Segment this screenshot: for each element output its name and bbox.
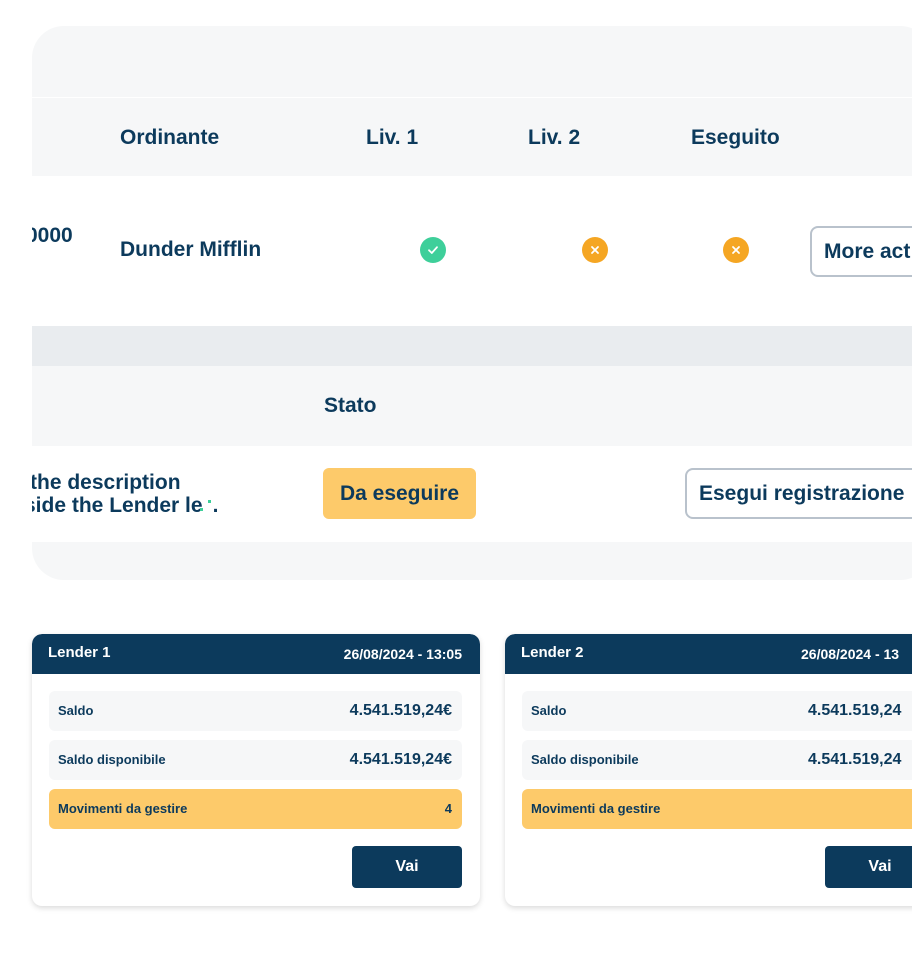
status-badge: Da eseguire: [323, 468, 476, 519]
saldo-value: 4.541.519,24: [808, 702, 902, 719]
table-row: the description side the Lender le. Da e…: [32, 446, 912, 542]
saldo-disponibile-row: Saldo disponibile 4.541.519,24€: [49, 740, 462, 780]
description-line-1: the description: [32, 471, 181, 494]
card-header: Lender 1 26/08/2024 - 13:05: [32, 634, 480, 674]
description-line-2-text: side the Lender le: [32, 494, 203, 517]
table-row: 0000 Dunder Mifflin More act: [32, 176, 912, 326]
header-eseguito: Eseguito: [691, 126, 780, 149]
table2-header: Stato: [32, 366, 912, 446]
saldo-disponibile-value: 4.541.519,24: [808, 751, 902, 768]
x-icon: [723, 237, 749, 263]
divider: [32, 326, 912, 366]
esegui-registrazione-button[interactable]: Esegui registrazione: [685, 468, 912, 519]
header-stato: Stato: [324, 394, 377, 417]
card-title: Lender 2: [521, 644, 584, 661]
header-liv2: Liv. 2: [528, 126, 581, 149]
saldo-label: Saldo: [58, 703, 94, 718]
link-icon: [199, 500, 211, 511]
card-title: Lender 1: [48, 644, 111, 661]
x-icon: [582, 237, 608, 263]
card-header: Lender 2 26/08/2024 - 13: [505, 634, 912, 674]
tables-panel: Ordinante Liv. 1 Liv. 2 Eseguito 0000 Du…: [32, 26, 912, 580]
lender-card-2: Lender 2 26/08/2024 - 13 Saldo 4.541.519…: [505, 634, 912, 906]
more-actions-button[interactable]: More act: [810, 226, 912, 277]
header-ordinante: Ordinante: [120, 126, 220, 149]
movimenti-label: Movimenti da gestire: [58, 801, 188, 816]
vai-button[interactable]: Vai: [825, 846, 912, 888]
vai-button[interactable]: Vai: [352, 846, 462, 888]
saldo-disponibile-value: 4.541.519,24€: [349, 751, 452, 768]
check-icon: [420, 237, 446, 263]
table1-header: Ordinante Liv. 1 Liv. 2 Eseguito: [32, 97, 912, 176]
saldo-row: Saldo 4.541.519,24: [522, 691, 912, 731]
saldo-disponibile-row: Saldo disponibile 4.541.519,24: [522, 740, 912, 780]
row-ordinante: Dunder Mifflin: [120, 238, 262, 261]
saldo-disponibile-label: Saldo disponibile: [531, 752, 639, 767]
saldo-label: Saldo: [531, 703, 567, 718]
lender-card-1: Lender 1 26/08/2024 - 13:05 Saldo 4.541.…: [32, 634, 480, 906]
card-datetime: 26/08/2024 - 13:05: [343, 646, 462, 662]
movimenti-label: Movimenti da gestire: [531, 801, 661, 816]
movimenti-row: Movimenti da gestire: [522, 789, 912, 829]
row-id: 0000: [32, 224, 73, 247]
saldo-value: 4.541.519,24€: [349, 702, 452, 719]
card-datetime: 26/08/2024 - 13: [801, 646, 900, 662]
saldo-row: Saldo 4.541.519,24€: [49, 691, 462, 731]
description-line-2: side the Lender le.: [32, 494, 218, 517]
movimenti-count: 4: [444, 801, 452, 816]
saldo-disponibile-label: Saldo disponibile: [58, 752, 166, 767]
row-description: the description side the Lender le.: [32, 471, 218, 517]
description-line-2-end: .: [212, 494, 219, 517]
movimenti-row: Movimenti da gestire 4: [49, 789, 462, 829]
header-liv1: Liv. 1: [366, 126, 419, 149]
